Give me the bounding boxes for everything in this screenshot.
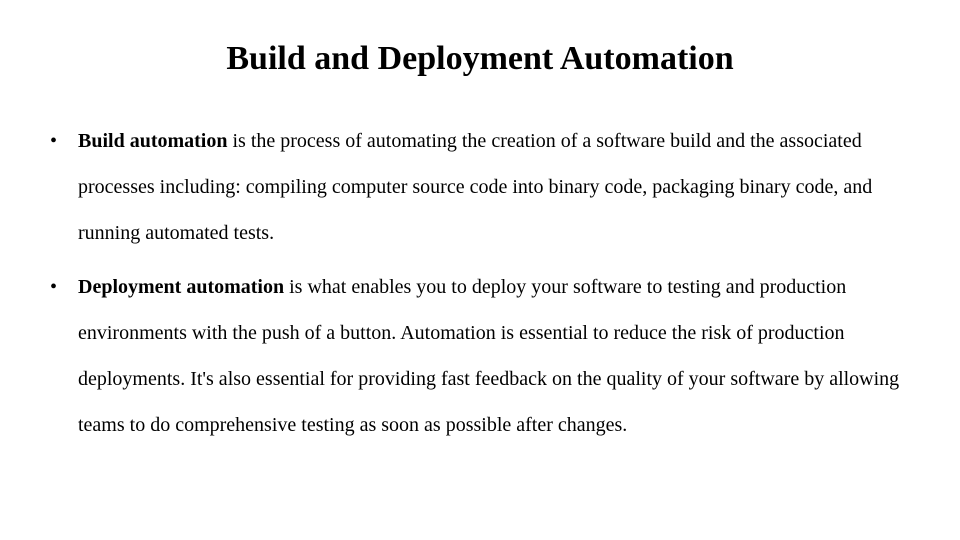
bullet-text: is what enables you to deploy your softw… (78, 276, 899, 436)
slide-title: Build and Deployment Automation (30, 40, 930, 78)
bullet-term: Deployment automation (78, 276, 284, 298)
bullet-list: Build automation is the process of autom… (30, 118, 930, 448)
bullet-term: Build automation (78, 130, 227, 152)
list-item: Deployment automation is what enables yo… (50, 264, 930, 448)
list-item: Build automation is the process of autom… (50, 118, 930, 256)
